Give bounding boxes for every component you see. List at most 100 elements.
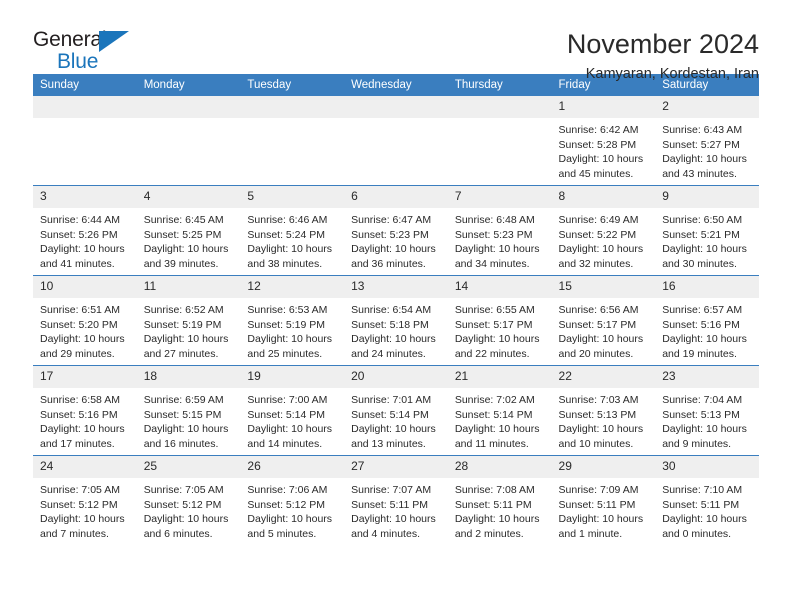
sunrise-text: Sunrise: 6:43 AM	[662, 124, 743, 136]
calendar-day-cell[interactable]: 26 Sunrise: 7:06 AM Sunset: 5:12 PM Dayligh…	[240, 455, 345, 545]
day-number: 22	[551, 366, 656, 388]
calendar-body: 1 Sunrise: 6:42 AM Sunset: 5:28 PM Daylight…	[33, 96, 759, 545]
sunset-text: Sunset: 5:28 PM	[558, 138, 637, 151]
sunset-text: Sunset: 5:18 PM	[351, 318, 429, 331]
daylight-text: Daylight: 10 hours and 19 minutes.	[662, 333, 747, 360]
day-number: 24	[33, 456, 137, 478]
sunrise-text: Sunrise: 6:51 AM	[40, 304, 120, 316]
daylight-text: Daylight: 10 hours and 1 minute.	[558, 513, 644, 540]
page-title: November 2024	[566, 29, 759, 59]
generalblue-logo[interactable]: General Blue	[33, 28, 145, 74]
day-number: 23	[655, 366, 759, 388]
daylight-text: Daylight: 10 hours and 14 minutes.	[247, 423, 333, 450]
weekday-header-tuesday: Tuesday	[240, 74, 345, 96]
day-details: Sunrise: 7:03 AM Sunset: 5:13 PM Daylight:…	[552, 388, 656, 451]
sunrise-text: Sunrise: 6:58 AM	[40, 394, 120, 406]
calendar-day-cell[interactable]: 30 Sunrise: 7:10 AM Sunset: 5:11 PM Dayligh…	[655, 455, 759, 545]
day-number	[344, 96, 448, 118]
calendar-day-cell[interactable]: 14 Sunrise: 6:55 AM Sunset: 5:17 PM Dayligh…	[447, 275, 552, 366]
calendar-day-cell[interactable]: 10 Sunrise: 6:51 AM Sunset: 5:20 PM Dayligh…	[33, 275, 137, 366]
day-number: 28	[447, 456, 552, 478]
calendar-day-cell[interactable]: 15 Sunrise: 6:56 AM Sunset: 5:17 PM Dayligh…	[551, 275, 656, 366]
sunset-text: Sunset: 5:13 PM	[662, 408, 740, 421]
calendar-day-cell[interactable]: 25 Sunrise: 7:05 AM Sunset: 5:12 PM Dayligh…	[136, 455, 241, 545]
day-details: Sunrise: 6:57 AM Sunset: 5:16 PM Daylight:…	[655, 298, 759, 361]
daylight-text: Daylight: 10 hours and 13 minutes.	[351, 423, 436, 450]
daylight-text: Daylight: 10 hours and 24 minutes.	[351, 333, 436, 360]
sunrise-text: Sunrise: 7:02 AM	[454, 394, 535, 406]
sunrise-sunset-calendar: Sunday Monday Tuesday Wednesday Thursday…	[33, 74, 759, 545]
calendar-week-row: 24 Sunrise: 7:05 AM Sunset: 5:12 PM Dayligh…	[33, 455, 759, 545]
day-details: Sunrise: 6:56 AM Sunset: 5:17 PM Daylight:…	[552, 298, 656, 361]
sunset-text: Sunset: 5:21 PM	[662, 228, 740, 241]
day-number: 2	[655, 96, 759, 118]
day-details: Sunrise: 7:05 AM Sunset: 5:12 PM Daylight:…	[137, 478, 241, 541]
sunset-text: Sunset: 5:27 PM	[662, 138, 740, 151]
calendar-cell-empty	[136, 96, 241, 186]
daylight-text: Daylight: 10 hours and 20 minutes.	[558, 333, 644, 360]
sunset-text: Sunset: 5:12 PM	[247, 498, 326, 511]
day-number: 27	[344, 456, 448, 478]
calendar-week-row: 10 Sunrise: 6:51 AM Sunset: 5:20 PM Dayligh…	[33, 275, 759, 366]
day-number: 8	[551, 186, 656, 208]
day-number: 20	[344, 366, 448, 388]
calendar-day-cell[interactable]: 3 Sunrise: 6:44 AM Sunset: 5:26 PM Daylight…	[33, 185, 137, 276]
calendar-day-cell[interactable]: 28 Sunrise: 7:08 AM Sunset: 5:11 PM Dayligh…	[447, 455, 552, 545]
day-details: Sunrise: 6:51 AM Sunset: 5:20 PM Daylight:…	[33, 298, 137, 361]
calendar-cell-empty	[447, 96, 552, 186]
calendar-day-cell[interactable]: 20 Sunrise: 7:01 AM Sunset: 5:14 PM Dayligh…	[344, 365, 448, 456]
calendar-day-cell[interactable]: 24 Sunrise: 7:05 AM Sunset: 5:12 PM Dayligh…	[33, 455, 137, 545]
calendar-day-cell[interactable]: 9 Sunrise: 6:50 AM Sunset: 5:21 PM Daylight…	[655, 185, 759, 276]
title-block: November 2024 Kamyaran, Kordestan, Iran	[567, 28, 759, 84]
calendar-day-cell[interactable]: 11 Sunrise: 6:52 AM Sunset: 5:19 PM Dayligh…	[136, 275, 241, 366]
day-details: Sunrise: 6:53 AM Sunset: 5:19 PM Daylight:…	[240, 298, 344, 361]
day-details: Sunrise: 6:45 AM Sunset: 5:25 PM Daylight:…	[137, 208, 241, 271]
calendar-day-cell[interactable]: 8 Sunrise: 6:49 AM Sunset: 5:22 PM Daylight…	[551, 185, 656, 276]
calendar-day-cell[interactable]: 13 Sunrise: 6:54 AM Sunset: 5:18 PM Dayligh…	[344, 275, 448, 366]
calendar-week-row: 1 Sunrise: 6:42 AM Sunset: 5:28 PM Daylight…	[33, 96, 759, 186]
daylight-text: Daylight: 10 hours and 16 minutes.	[143, 423, 229, 450]
calendar-day-cell[interactable]: 18 Sunrise: 6:59 AM Sunset: 5:15 PM Dayligh…	[136, 365, 241, 456]
calendar-day-cell[interactable]: 4 Sunrise: 6:45 AM Sunset: 5:25 PM Daylight…	[136, 185, 241, 276]
calendar-day-cell[interactable]: 12 Sunrise: 6:53 AM Sunset: 5:19 PM Dayligh…	[240, 275, 345, 366]
calendar-day-cell[interactable]: 21 Sunrise: 7:02 AM Sunset: 5:14 PM Dayligh…	[447, 365, 552, 456]
day-details: Sunrise: 6:50 AM Sunset: 5:21 PM Daylight:…	[655, 208, 759, 271]
sunset-text: Sunset: 5:19 PM	[247, 318, 326, 331]
sunset-text: Sunset: 5:16 PM	[662, 318, 740, 331]
calendar-cell-empty	[240, 96, 345, 186]
calendar-day-cell[interactable]: 19 Sunrise: 7:00 AM Sunset: 5:14 PM Dayligh…	[240, 365, 345, 456]
daylight-text: Daylight: 10 hours and 36 minutes.	[351, 243, 436, 270]
sunrise-text: Sunrise: 6:54 AM	[351, 304, 432, 316]
sunrise-text: Sunrise: 7:06 AM	[247, 484, 328, 496]
calendar-day-cell[interactable]: 16 Sunrise: 6:57 AM Sunset: 5:16 PM Dayligh…	[655, 275, 759, 366]
calendar-day-cell[interactable]: 1 Sunrise: 6:42 AM Sunset: 5:28 PM Daylight…	[551, 96, 656, 186]
sunrise-text: Sunrise: 6:48 AM	[454, 214, 535, 226]
daylight-text: Daylight: 10 hours and 39 minutes.	[143, 243, 229, 270]
calendar-day-cell[interactable]: 6 Sunrise: 6:47 AM Sunset: 5:23 PM Daylight…	[344, 185, 448, 276]
day-number: 12	[240, 276, 345, 298]
day-details: Sunrise: 6:42 AM Sunset: 5:28 PM Daylight:…	[552, 118, 656, 181]
sunset-text: Sunset: 5:13 PM	[558, 408, 637, 421]
daylight-text: Daylight: 10 hours and 10 minutes.	[558, 423, 644, 450]
calendar-day-cell[interactable]: 29 Sunrise: 7:09 AM Sunset: 5:11 PM Dayligh…	[551, 455, 656, 545]
logo-text-blue: Blue	[57, 50, 99, 73]
calendar-day-cell[interactable]: 22 Sunrise: 7:03 AM Sunset: 5:13 PM Dayligh…	[551, 365, 656, 456]
day-details: Sunrise: 6:52 AM Sunset: 5:19 PM Daylight:…	[137, 298, 241, 361]
day-number: 18	[136, 366, 241, 388]
calendar-day-cell[interactable]: 5 Sunrise: 6:46 AM Sunset: 5:24 PM Daylight…	[240, 185, 345, 276]
day-details: Sunrise: 7:00 AM Sunset: 5:14 PM Daylight:…	[240, 388, 344, 451]
sunset-text: Sunset: 5:11 PM	[558, 498, 636, 511]
calendar-day-cell[interactable]: 17 Sunrise: 6:58 AM Sunset: 5:16 PM Dayligh…	[33, 365, 137, 456]
sunrise-text: Sunrise: 6:42 AM	[558, 124, 639, 136]
daylight-text: Daylight: 10 hours and 30 minutes.	[662, 243, 747, 270]
weekday-header-sunday: Sunday	[33, 74, 137, 96]
day-details: Sunrise: 6:48 AM Sunset: 5:23 PM Daylight:…	[448, 208, 552, 271]
day-details: Sunrise: 6:59 AM Sunset: 5:15 PM Daylight:…	[137, 388, 241, 451]
daylight-text: Daylight: 10 hours and 22 minutes.	[454, 333, 540, 360]
calendar-day-cell[interactable]: 27 Sunrise: 7:07 AM Sunset: 5:11 PM Dayligh…	[344, 455, 448, 545]
calendar-day-cell[interactable]: 23 Sunrise: 7:04 AM Sunset: 5:13 PM Dayligh…	[655, 365, 759, 456]
sunset-text: Sunset: 5:11 PM	[351, 498, 428, 511]
calendar-day-cell[interactable]: 7 Sunrise: 6:48 AM Sunset: 5:23 PM Daylight…	[447, 185, 552, 276]
calendar-day-cell[interactable]: 2 Sunrise: 6:43 AM Sunset: 5:27 PM Daylight…	[655, 96, 759, 186]
sunrise-text: Sunrise: 7:04 AM	[662, 394, 743, 406]
